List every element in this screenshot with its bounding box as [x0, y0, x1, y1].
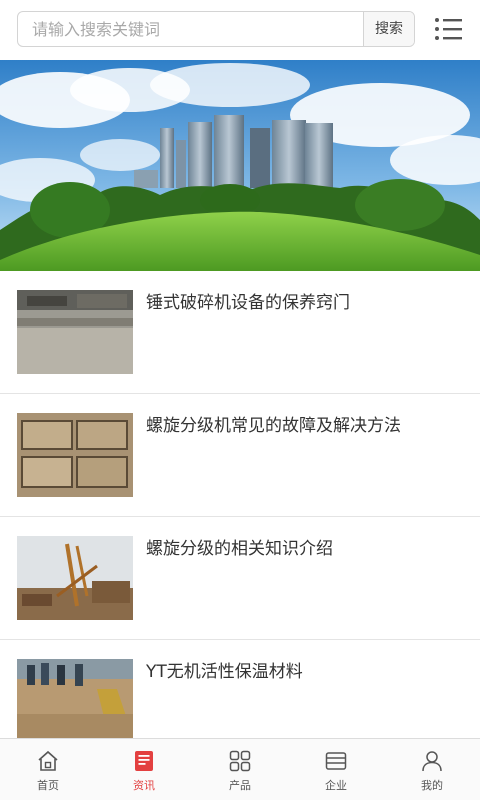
bottom-tab-bar: 首页 资讯 产品 企业 我的 [0, 738, 480, 800]
search-input[interactable] [18, 12, 364, 46]
tab-label: 我的 [421, 779, 443, 792]
tab-label: 资讯 [133, 779, 155, 792]
news-title: YT无机活性保温材料 [146, 662, 303, 682]
search-box: 搜索 [17, 11, 415, 47]
tab-label: 首页 [37, 779, 59, 792]
menu-button[interactable] [434, 14, 464, 44]
home-icon [38, 750, 58, 771]
news-title: 锤式破碎机设备的保养窍门 [146, 293, 350, 313]
banner-carousel[interactable] [0, 60, 480, 271]
tab-company[interactable]: 企业 [288, 739, 384, 801]
news-item[interactable]: 螺旋分级的相关知识介绍 [0, 517, 480, 640]
header: 搜索 [0, 0, 480, 60]
tab-mine[interactable]: 我的 [384, 739, 480, 801]
tab-news[interactable]: 资讯 [96, 739, 192, 801]
news-item[interactable]: 螺旋分级机常见的故障及解决方法 [0, 394, 480, 517]
news-list: 锤式破碎机设备的保养窍门 螺旋分级机常见的故障及解决方法 螺旋分级的相关知识介绍… [0, 271, 480, 763]
news-thumbnail [17, 413, 133, 497]
user-icon [422, 751, 442, 772]
tab-home[interactable]: 首页 [0, 739, 96, 801]
grid-icon [229, 750, 251, 772]
news-title: 螺旋分级的相关知识介绍 [146, 539, 333, 559]
tab-label: 产品 [229, 779, 251, 792]
list-menu-icon [435, 18, 462, 40]
tab-products[interactable]: 产品 [192, 739, 288, 801]
news-icon [135, 751, 153, 771]
news-title: 螺旋分级机常见的故障及解决方法 [146, 416, 401, 436]
news-thumbnail [17, 536, 133, 620]
tab-label: 企业 [325, 779, 347, 792]
company-icon [325, 752, 347, 770]
news-thumbnail [17, 659, 133, 743]
news-thumbnail [17, 290, 133, 374]
news-item[interactable]: 锤式破碎机设备的保养窍门 [0, 271, 480, 394]
search-button[interactable]: 搜索 [363, 12, 414, 46]
banner-image [0, 60, 480, 271]
